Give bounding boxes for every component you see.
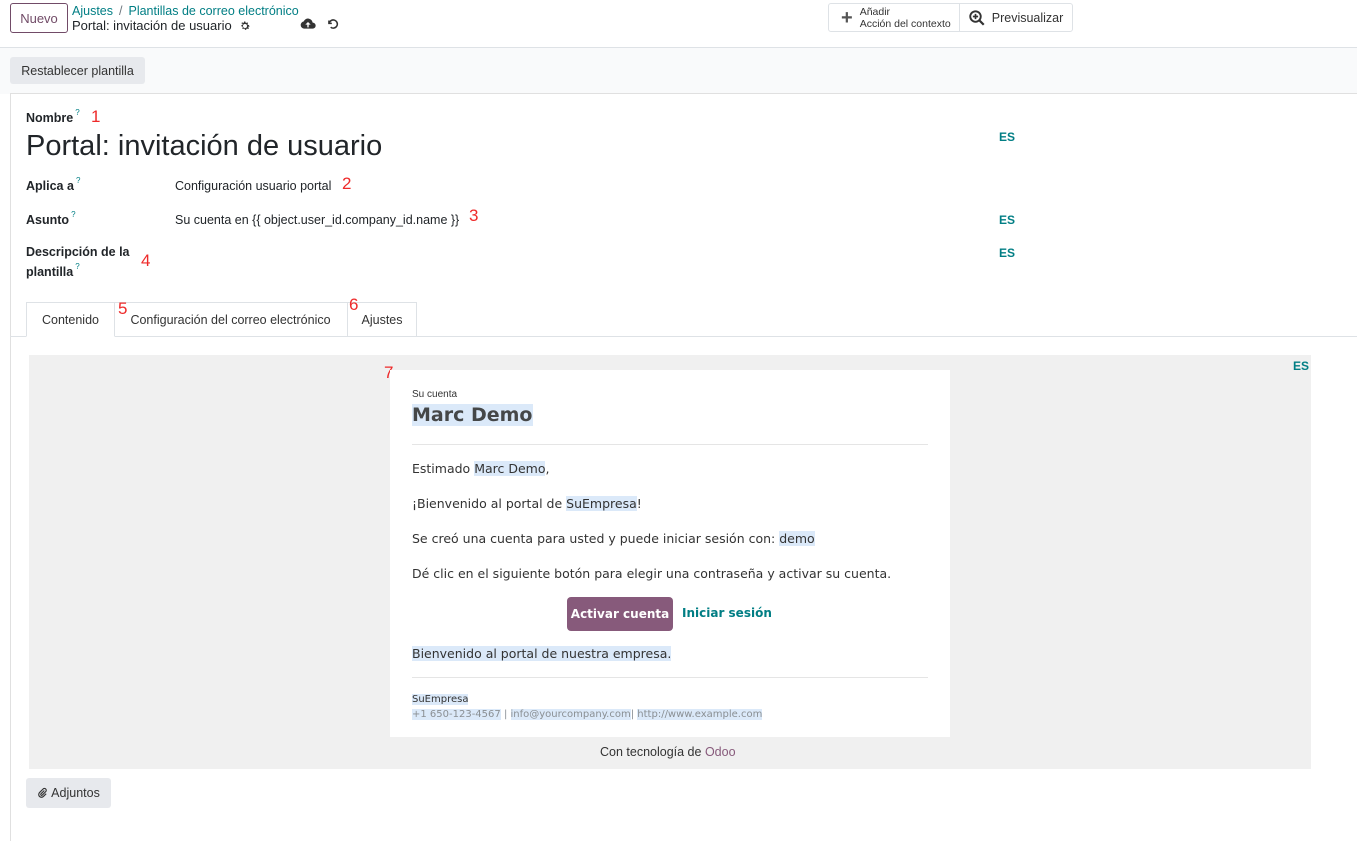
attachments-label: Adjuntos — [51, 786, 100, 800]
record-title: Portal: invitación de usuario — [72, 18, 232, 33]
annotation-marker: 5 — [118, 299, 128, 318]
language-button[interactable]: ES — [999, 246, 1015, 260]
add-action-label: Añadir — [859, 5, 891, 18]
subject-label: Asunto? — [26, 210, 76, 228]
annotation-marker: 2 — [342, 174, 352, 193]
paperclip-icon — [38, 787, 47, 798]
help-tooltip-icon[interactable]: ? — [75, 108, 79, 117]
preview-button[interactable]: Previsualizar — [960, 4, 1073, 31]
email-instructions: Dé clic en el siguiente botón para elegi… — [412, 566, 892, 581]
plus-icon: + — [841, 6, 853, 29]
attachments-button[interactable]: Adjuntos — [26, 778, 111, 808]
new-button[interactable]: Nuevo — [10, 3, 68, 33]
powered-by: Con tecnología de Odoo — [600, 745, 736, 759]
activate-account-button[interactable]: Activar cuenta — [567, 597, 673, 631]
odoo-link[interactable]: Odoo — [705, 745, 736, 759]
email-user-name: Marc Demo — [412, 404, 533, 426]
subject-field[interactable]: Su cuenta en {{ object.user_id.company_i… — [175, 213, 459, 227]
add-context-action-button[interactable]: + Añadir Acción del contexto — [829, 4, 960, 31]
applies-to-field[interactable]: Configuración usuario portal — [175, 179, 331, 193]
zoom-in-icon — [969, 9, 985, 26]
description-label: Descripción de la — [26, 245, 130, 259]
annotation-marker: 3 — [469, 206, 479, 225]
name-label: Nombre? — [26, 108, 80, 126]
record-title-line: Portal: invitación de usuario — [72, 18, 251, 33]
divider — [412, 677, 928, 678]
email-header-label: Su cuenta — [412, 389, 458, 400]
annotation-marker: 6 — [349, 295, 359, 314]
breadcrumb-email-templates[interactable]: Plantillas de correo electrónico — [128, 4, 298, 18]
email-closing: Bienvenido al portal de nuestra empresa. — [412, 646, 672, 661]
divider — [412, 444, 928, 445]
email-account-info: Se creó una cuenta para usted y puede in… — [412, 531, 815, 546]
tab-content[interactable]: Contenido — [26, 302, 115, 337]
language-button[interactable]: ES — [1293, 359, 1309, 373]
description-label-cont: plantilla? — [26, 262, 80, 280]
annotation-marker: 4 — [141, 251, 151, 270]
control-panel: Nuevo Ajustes / Plantillas de correo elect… — [0, 0, 1357, 48]
context-action-label: Acción del contexto — [859, 17, 951, 30]
email-greeting: Estimado Marc Demo, — [412, 461, 550, 476]
action-buttons: + Añadir Acción del contexto Previsualiz… — [828, 3, 1074, 32]
help-tooltip-icon[interactable]: ? — [71, 210, 75, 219]
undo-icon[interactable] — [326, 17, 340, 34]
gear-icon[interactable] — [239, 20, 251, 32]
name-field[interactable]: Portal: invitación de usuario — [26, 130, 382, 163]
language-button[interactable]: ES — [999, 130, 1015, 144]
reset-template-button[interactable]: Restablecer plantilla — [10, 57, 145, 84]
tab-email-configuration[interactable]: Configuración del correo electrónico — [114, 302, 348, 337]
help-tooltip-icon[interactable]: ? — [75, 262, 79, 271]
help-tooltip-icon[interactable]: ? — [76, 176, 80, 185]
breadcrumb-settings[interactable]: Ajustes — [72, 4, 113, 18]
email-welcome: ¡Bienvenido al portal de SuEmpresa! — [412, 496, 642, 511]
breadcrumb: Ajustes / Plantillas de correo electrónico — [72, 4, 299, 18]
login-link[interactable]: Iniciar sesión — [682, 606, 772, 620]
annotation-marker: 1 — [91, 107, 101, 126]
email-footer-contact: +1 650-123-4567 | info@yourcompany.com| … — [412, 709, 763, 720]
breadcrumb-separator: / — [119, 4, 123, 18]
applies-to-label: Aplica a? — [26, 176, 81, 194]
email-footer-company: SuEmpresa — [412, 694, 469, 705]
preview-label: Previsualizar — [991, 10, 1064, 25]
cloud-upload-icon[interactable] — [300, 17, 316, 34]
language-button[interactable]: ES — [999, 213, 1015, 227]
status-bar: Restablecer plantilla — [0, 48, 1357, 94]
